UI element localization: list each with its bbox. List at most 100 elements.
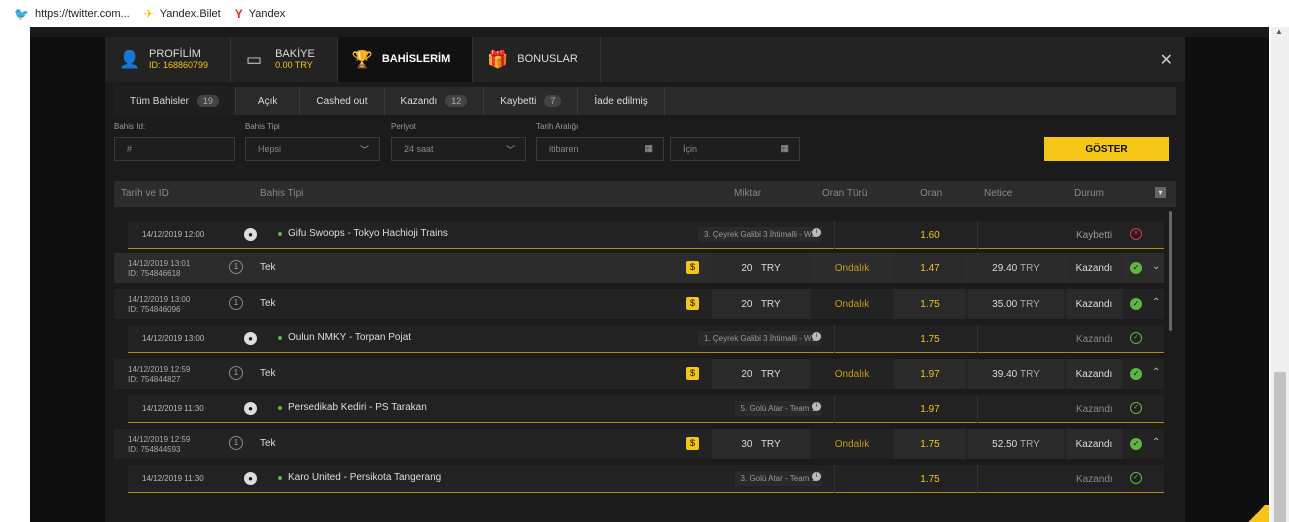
date-to-input[interactable]: İçin ▦ bbox=[670, 137, 800, 161]
bet-date-text: 14/12/2019 12:59 bbox=[128, 435, 191, 444]
soccer-icon: ● bbox=[244, 402, 257, 415]
table-scrollbar[interactable] bbox=[1169, 211, 1172, 331]
bet-detail-panel: 14/12/2019 12:00 ● Gifu Swoops - Tokyo H… bbox=[128, 221, 1164, 249]
tab-my-bets[interactable]: 🏆 BAHİSLERİM bbox=[337, 37, 474, 82]
bet-date: 14/12/2019 12:59 ID: 754844593 bbox=[128, 435, 190, 455]
payout-currency: TRY bbox=[1019, 262, 1040, 274]
live-dot bbox=[278, 406, 282, 410]
bet-date: 14/12/2019 12:59 ID: 754844827 bbox=[128, 365, 190, 385]
subtab-label: Kazandı bbox=[400, 95, 438, 107]
amount-currency: TRY bbox=[760, 298, 781, 310]
event-name: Oulun NMKY - Torpan Pojat bbox=[288, 332, 412, 343]
subtab-label: Kaybetti bbox=[500, 95, 537, 107]
cashout-icon[interactable]: $ bbox=[686, 367, 699, 380]
event-date: 14/12/2019 11:30 bbox=[142, 474, 204, 483]
bet-count-badge: 1 bbox=[229, 260, 243, 274]
info-icon[interactable]: i bbox=[812, 402, 821, 411]
tab-profile[interactable]: 👤 PROFİLİM ID: 168860799 bbox=[105, 37, 232, 82]
cashout-icon[interactable]: $ bbox=[686, 261, 699, 274]
period-select[interactable]: 24 saat ﹀ bbox=[391, 137, 526, 161]
odds-type: Ondalık bbox=[834, 368, 870, 380]
bet-type-select[interactable]: Hepsi ﹀ bbox=[245, 137, 380, 161]
bet-detail-panel: 14/12/2019 11:30 ● Karo United - Persiko… bbox=[128, 465, 1164, 493]
chevron-down-icon[interactable]: ⌄ bbox=[1152, 261, 1160, 272]
site-header bbox=[30, 27, 1269, 37]
payout-value: 39.40 bbox=[992, 368, 1018, 380]
event-name: Persedikab Kediri - PS Tarakan bbox=[288, 402, 427, 413]
info-icon[interactable]: i bbox=[812, 332, 821, 341]
bet-count-badge: 1 bbox=[229, 296, 243, 310]
date-from-input[interactable]: itibaren ▦ bbox=[536, 137, 664, 161]
market-name: 3. Çeyrek Galibi 3 İhtimalli - W2 bbox=[697, 227, 822, 242]
bookmark-twitter[interactable]: 🐦 https://twitter.com... bbox=[14, 7, 130, 21]
scroll-up-icon[interactable]: ▲ bbox=[1275, 27, 1283, 36]
bookmark-label: https://twitter.com... bbox=[34, 7, 130, 20]
event-date: 14/12/2019 13:00 bbox=[142, 334, 205, 343]
trophy-icon: 🏆 bbox=[351, 49, 373, 69]
col-status: Durum bbox=[1074, 188, 1105, 199]
event-name: Karo United - Persikota Tangerang bbox=[288, 472, 442, 483]
subtab-label: Tüm Bahisler bbox=[130, 95, 189, 107]
subtab-lost[interactable]: Kaybetti 7 bbox=[484, 87, 579, 115]
bet-row[interactable]: 14/12/2019 13:00 ID: 754846096 1 Tek $ 20… bbox=[114, 289, 1164, 319]
tab-bonuses[interactable]: 🎁 BONUSLAR bbox=[473, 37, 601, 82]
bet-odds: 1.75 bbox=[894, 289, 966, 319]
bet-row[interactable]: 14/12/2019 12:59 ID: 754844827 1 Tek $ 20… bbox=[114, 359, 1164, 389]
bookmark-label: Yandex bbox=[248, 7, 286, 20]
chevron-up-icon[interactable]: ⌃ bbox=[1152, 297, 1160, 308]
amount-currency: TRY bbox=[760, 438, 781, 450]
window-scrollbar[interactable]: ▲ bbox=[1271, 27, 1289, 522]
payout-value: 52.50 bbox=[992, 438, 1018, 450]
subtab-open[interactable]: Açık bbox=[236, 87, 301, 115]
event-status: Kazandı bbox=[1076, 334, 1113, 345]
bet-detail-row: 14/12/2019 11:30 ● Karo United - Persiko… bbox=[114, 463, 1164, 493]
bet-odds: 1.97 bbox=[894, 359, 966, 389]
check-icon: ✓ bbox=[1130, 298, 1142, 310]
bet-date-text: 14/12/2019 13:01 bbox=[128, 259, 191, 268]
bookmark-yandex[interactable]: Y Yandex bbox=[235, 7, 286, 21]
bet-amount: 20 TRY bbox=[712, 289, 810, 319]
won-icon: ✓ bbox=[1130, 472, 1142, 484]
cashout-icon[interactable]: $ bbox=[686, 297, 699, 310]
download-icon[interactable]: ▾ bbox=[1155, 187, 1166, 198]
subtab-refunded[interactable]: İade edilmiş bbox=[578, 87, 665, 115]
info-icon[interactable]: i bbox=[812, 472, 821, 481]
event-name: Gifu Swoops - Tokyo Hachioji Trains bbox=[288, 228, 448, 239]
col-odds: Oran bbox=[920, 188, 943, 199]
chevron-up-icon[interactable]: ⌃ bbox=[1152, 437, 1160, 448]
subtab-cashed-out[interactable]: Cashed out bbox=[300, 87, 385, 115]
bookmark-yandex-bilet[interactable]: ✈ Yandex.Bilet bbox=[144, 7, 221, 21]
subtab-won[interactable]: Kazandı 12 bbox=[385, 87, 485, 115]
soccer-icon: ● bbox=[244, 472, 257, 485]
odds-type: Ondalık bbox=[834, 262, 870, 274]
payout-currency: TRY bbox=[1019, 438, 1040, 450]
plane-icon: ✈ bbox=[143, 6, 154, 21]
show-button[interactable]: GÖSTER bbox=[1044, 137, 1169, 161]
bet-date: 14/12/2019 13:00 ID: 754846096 bbox=[128, 295, 190, 315]
scrollbar-thumb[interactable] bbox=[1274, 372, 1286, 522]
market-name: 1. Çeyrek Galibi 3 İhtimalli - W1 bbox=[697, 331, 822, 346]
cashout-icon[interactable]: $ bbox=[686, 437, 699, 450]
chevron-up-icon[interactable]: ⌃ bbox=[1152, 367, 1160, 378]
info-icon[interactable]: i bbox=[812, 228, 821, 237]
bet-id-input[interactable]: # bbox=[114, 137, 235, 161]
event-status: Kaybetti bbox=[1076, 230, 1113, 241]
bet-payout: 39.40 TRY bbox=[968, 359, 1064, 389]
subtab-all[interactable]: Tüm Bahisler 19 bbox=[114, 87, 236, 115]
close-icon[interactable]: ✕ bbox=[1160, 50, 1173, 70]
bet-row[interactable]: 14/12/2019 12:59 ID: 754844593 1 Tek $ 30… bbox=[114, 429, 1164, 459]
bet-row[interactable]: 14/12/2019 13:01 ID: 754846618 1 Tek $ 20… bbox=[114, 253, 1164, 283]
bookmark-label: Yandex.Bilet bbox=[159, 7, 221, 20]
bet-odds: 1.47 bbox=[894, 253, 966, 283]
bet-amount: 30 TRY bbox=[712, 429, 810, 459]
payout-value: 29.40 bbox=[992, 262, 1018, 274]
basketball-icon: ● bbox=[244, 228, 257, 241]
gift-icon: 🎁 bbox=[487, 49, 509, 69]
chevron-down-icon: ﹀ bbox=[505, 145, 515, 155]
bet-detail-panel: 14/12/2019 11:30 ● Persedikab Kediri - P… bbox=[128, 395, 1164, 423]
period-label: Periyot bbox=[391, 122, 416, 131]
col-date: Tarih ve ID bbox=[121, 188, 169, 199]
chevron-down-icon: ﹀ bbox=[359, 145, 369, 155]
bet-filter-tabs: Tüm Bahisler 19 Açık Cashed out Kazandı 12… bbox=[114, 87, 1176, 115]
tab-balance[interactable]: ▭ BAKİYE 0.00 TRY bbox=[231, 37, 338, 82]
